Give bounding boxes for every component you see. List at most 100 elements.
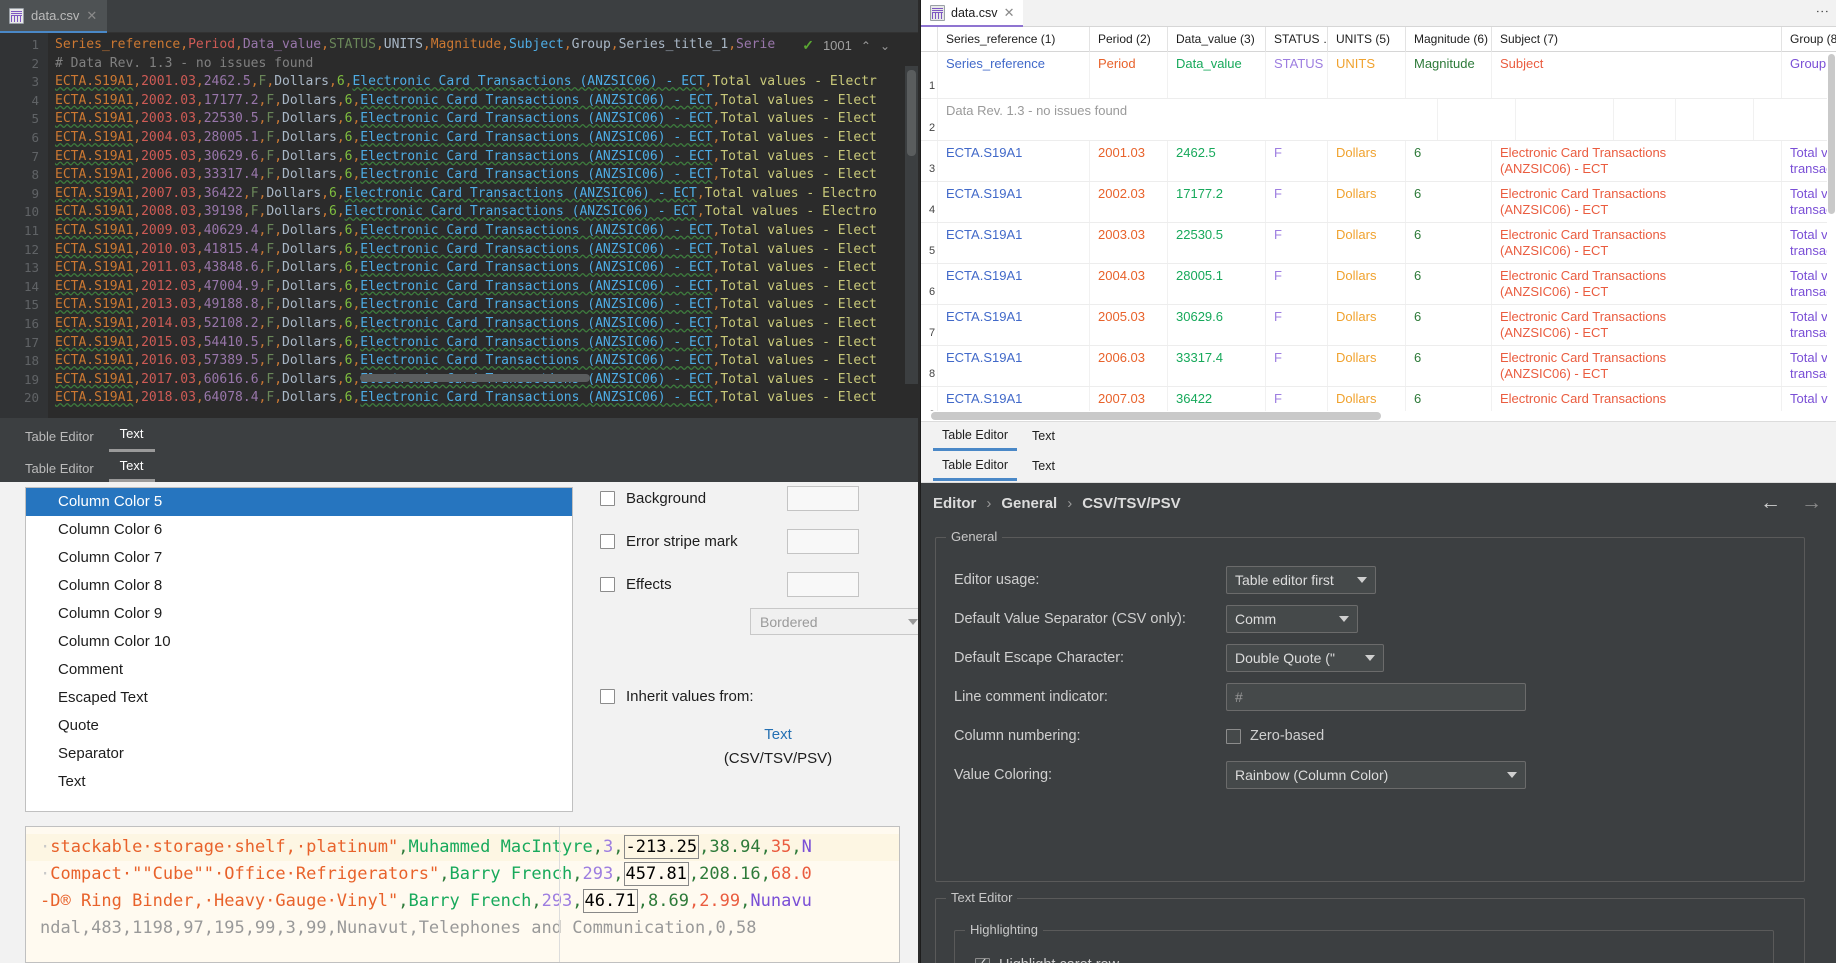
table-cell[interactable]: ECTA.S19A1 (938, 141, 1090, 181)
color-descriptor-item[interactable]: Comment (26, 656, 572, 684)
more-options-icon[interactable]: ⋮ (1815, 5, 1830, 18)
breadcrumb-item[interactable]: General (1001, 495, 1057, 512)
table-cell[interactable]: 2003.03 (1090, 223, 1168, 263)
table-cell[interactable] (1676, 99, 1754, 140)
table-cell[interactable]: 2001.03 (1090, 141, 1168, 181)
color-swatch[interactable] (787, 571, 859, 597)
table-row[interactable]: 1 Series_reference Period Data_value STATUS U… (921, 52, 1836, 99)
code-content[interactable]: Series_reference,Period,Data_value,STATU… (55, 33, 918, 418)
table-cell[interactable]: 6 (1406, 223, 1492, 263)
table-row[interactable]: 6 ECTA.S19A1 2004.03 28005.1 F Dollars 6 Electr… (921, 264, 1836, 305)
table-cell[interactable]: ECTA.S19A1 (938, 346, 1090, 386)
settings-checkbox-wrap[interactable]: Zero-based (1226, 728, 1324, 744)
tab-table-editor[interactable]: Table Editor (14, 423, 105, 452)
table-column-header[interactable]: Data_value (3) (1168, 26, 1266, 52)
table-tab-data-csv[interactable]: data.csv ✕ (921, 0, 1024, 27)
table-cell[interactable]: 17177.2 (1168, 182, 1266, 222)
tab-text[interactable]: Text (108, 420, 155, 452)
inherit-values-row[interactable]: Inherit values from: (600, 688, 776, 705)
color-descriptor-item[interactable]: Column Color 7 (26, 544, 572, 572)
table-row[interactable]: 4 ECTA.S19A1 2002.03 17177.2 F Dollars 6 Electr… (921, 182, 1836, 223)
table-cell[interactable]: STATUS (1266, 52, 1328, 98)
table-cell[interactable]: 6 (1406, 264, 1492, 304)
table-cell[interactable]: 2004.03 (1090, 264, 1168, 304)
inherit-source-link[interactable]: Text (718, 726, 838, 743)
table-cell[interactable]: 2006.03 (1090, 346, 1168, 386)
table-cell[interactable]: ECTA.S19A1 (938, 223, 1090, 263)
table-cell[interactable]: Dollars (1328, 305, 1406, 345)
table-cell[interactable]: F (1266, 141, 1328, 181)
table-column-header[interactable]: Period (2) (1090, 26, 1168, 52)
color-descriptor-item[interactable]: Escaped Text (26, 684, 572, 712)
color-descriptor-item[interactable]: Column Color 5 (26, 488, 572, 516)
table-cell[interactable]: 28005.1 (1168, 264, 1266, 304)
table-cell[interactable]: Data_value (1168, 52, 1266, 98)
editor-horizontal-scrollbar[interactable] (360, 374, 590, 382)
close-icon[interactable]: ✕ (86, 9, 97, 22)
table-cell[interactable]: 6 (1406, 305, 1492, 345)
breadcrumb-item[interactable]: Editor (933, 495, 976, 512)
table-cell[interactable]: Period (1090, 52, 1168, 98)
table-cell[interactable]: Electronic Card Transactions (ANZSIC06) … (1492, 305, 1782, 345)
table-cell[interactable]: F (1266, 223, 1328, 263)
table-cell[interactable] (1438, 99, 1516, 140)
table-cell[interactable] (1516, 99, 1614, 140)
table-cell[interactable]: Magnitude (1406, 52, 1492, 98)
zero-based-checkbox[interactable] (1226, 728, 1241, 744)
tab-table-editor[interactable]: Table Editor (933, 424, 1018, 451)
option-wrap[interactable]: Highlight caret row (975, 955, 1119, 963)
table-row[interactable]: 3 ECTA.S19A1 2001.03 2462.5 F Dollars 6 Electro… (921, 141, 1836, 182)
table-cell[interactable]: Dollars (1328, 182, 1406, 222)
table-cell[interactable]: 2005.03 (1090, 305, 1168, 345)
table-column-header[interactable]: Magnitude (6) (1406, 26, 1492, 52)
highlight-caret-row-checkbox[interactable] (975, 955, 990, 963)
table-cell[interactable]: 33317.4 (1168, 346, 1266, 386)
table-column-header[interactable]: Series_reference (1) (938, 26, 1090, 52)
table-cell[interactable]: Electronic Card Transactions (ANZSIC06) … (1492, 346, 1782, 386)
table-cell[interactable]: ECTA.S19A1 (938, 182, 1090, 222)
table-cell[interactable]: Electronic Card Transactions (ANZSIC06) … (1492, 223, 1782, 263)
settings-field[interactable]: Comm (1226, 605, 1358, 633)
table-cell[interactable]: 6 (1406, 346, 1492, 386)
color-descriptor-item[interactable]: Column Color 10 (26, 628, 572, 656)
color-descriptor-item[interactable]: Text (26, 768, 572, 796)
forward-arrow-icon[interactable]: → (1801, 492, 1822, 513)
breadcrumb-item[interactable]: CSV/TSV/PSV (1082, 495, 1180, 512)
effect-type-select[interactable]: Bordered (750, 608, 918, 635)
table-cell[interactable]: 6 (1406, 141, 1492, 181)
tab-table-editor[interactable]: Table Editor (933, 454, 1018, 481)
table-cell[interactable] (1754, 99, 1836, 140)
table-cell[interactable]: Electronic Card Transactions (ANZSIC06) … (1492, 182, 1782, 222)
table-cell[interactable]: F (1266, 305, 1328, 345)
color-descriptor-item[interactable]: Column Color 9 (26, 600, 572, 628)
table-cell[interactable]: Dollars (1328, 223, 1406, 263)
table-row[interactable]: 5 ECTA.S19A1 2003.03 22530.5 F Dollars 6 Electr… (921, 223, 1836, 264)
table-cell[interactable]: Dollars (1328, 346, 1406, 386)
table-cell[interactable]: Electronic Card Transactions (ANZSIC06) … (1492, 141, 1782, 181)
scrollbar-thumb[interactable] (907, 70, 916, 156)
settings-field[interactable]: Double Quote (" (1226, 644, 1384, 672)
attribute-checkbox[interactable] (600, 490, 615, 506)
back-arrow-icon[interactable]: ← (1760, 492, 1781, 513)
table-row[interactable]: 7 ECTA.S19A1 2005.03 30629.6 F Dollars 6 Electr… (921, 305, 1836, 346)
table-cell[interactable]: 22530.5 (1168, 223, 1266, 263)
table-cell[interactable]: F (1266, 264, 1328, 304)
scrollbar-thumb[interactable] (931, 412, 1381, 420)
color-descriptor-item[interactable]: Column Color 8 (26, 572, 572, 600)
table-cell[interactable]: ECTA.S19A1 (938, 305, 1090, 345)
table-cell[interactable]: Data Rev. 1.3 - no issues found (938, 99, 1438, 140)
table-cell[interactable]: ECTA.S19A1 (938, 264, 1090, 304)
attribute-checkbox[interactable] (600, 533, 615, 549)
chevron-up-icon[interactable]: ⌃ (861, 39, 871, 53)
table-column-header[interactable]: UNITS (5) (1328, 26, 1406, 52)
color-descriptor-item[interactable]: Column Color 6 (26, 516, 572, 544)
table-cell[interactable]: UNITS (1328, 52, 1406, 98)
table-row[interactable]: 8 ECTA.S19A1 2006.03 33317.4 F Dollars 6 Electr… (921, 346, 1836, 387)
color-swatch[interactable] (787, 485, 859, 511)
table-horizontal-scrollbar[interactable] (921, 411, 1836, 421)
settings-field[interactable]: Table editor first (1226, 566, 1376, 594)
table-cell[interactable]: Dollars (1328, 141, 1406, 181)
color-descriptor-item[interactable]: Separator (26, 740, 572, 768)
tab-table-editor[interactable]: Table Editor (14, 457, 105, 482)
table-row[interactable]: 2 Data Rev. 1.3 - no issues found (921, 99, 1836, 141)
